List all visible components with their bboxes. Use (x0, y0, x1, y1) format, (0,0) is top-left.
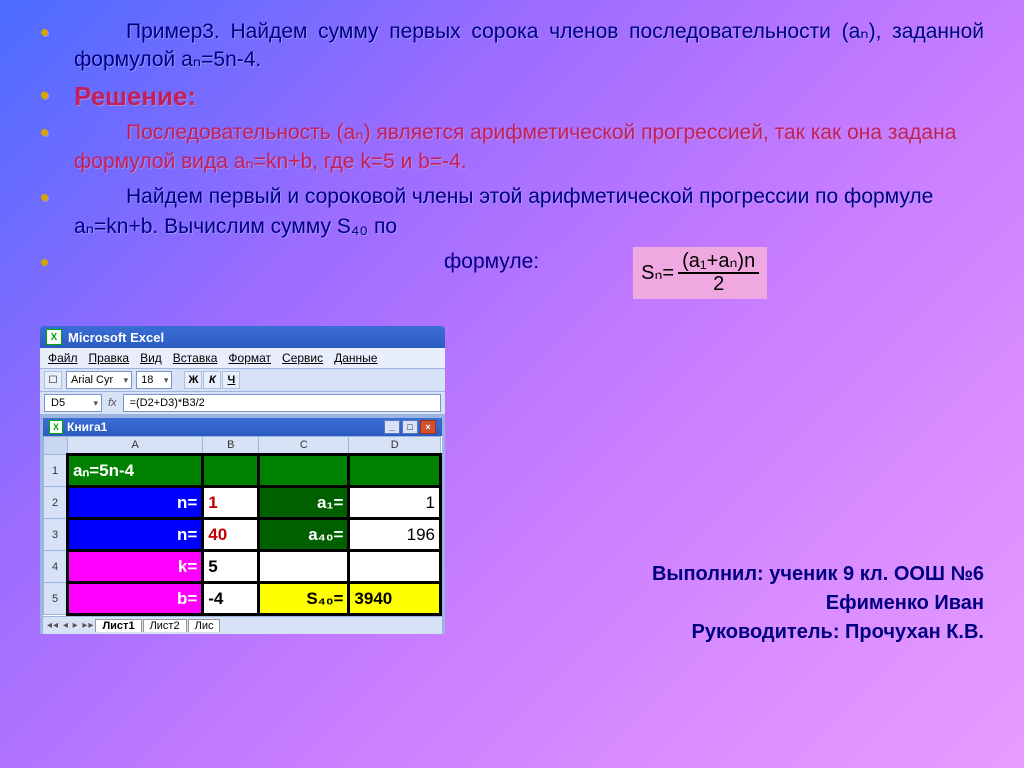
row-1[interactable]: 1 (44, 455, 68, 487)
formula-num: (a₁+aₙ)n (678, 251, 759, 274)
cell-A5[interactable]: b= (68, 583, 203, 615)
close-button[interactable]: × (420, 420, 436, 434)
excel-menubar: Файл Правка Вид Вставка Формат Сервис Да… (40, 348, 445, 369)
workbook-titlebar: X Книга1 _ □ × (43, 418, 442, 436)
cell-D5[interactable]: 3940 (349, 583, 441, 615)
cell-C4[interactable] (259, 551, 349, 583)
heading-solution: Решение: (74, 81, 196, 111)
text-sequence: Последовательность (aₙ) является арифмет… (74, 121, 956, 173)
bullet-find: Найдем первый и сороковой члены этой ари… (74, 182, 984, 241)
select-all-corner[interactable] (44, 437, 68, 455)
sheet-tab-1[interactable]: Лист1 (95, 619, 141, 632)
formula-bar-row: D5 fx =(D2+D3)*B3/2 (40, 392, 445, 415)
fx-icon[interactable]: fx (108, 397, 117, 409)
menu-edit[interactable]: Правка (85, 350, 134, 366)
toolbar-new-icon[interactable]: ☐ (44, 371, 62, 389)
font-size-select[interactable]: 18 (136, 371, 172, 389)
cell-A4[interactable]: k= (68, 551, 203, 583)
excel-titlebar: X Microsoft Excel (40, 326, 445, 348)
cell-C3[interactable]: a₄₀= (259, 519, 349, 551)
credits-line2: Ефименко Иван (652, 589, 984, 618)
cell-C1[interactable] (259, 455, 349, 487)
row-4[interactable]: 4 (44, 551, 68, 583)
formula-lhs: Sₙ= (641, 259, 674, 287)
cell-A1[interactable]: aₙ=5n-4 (68, 455, 203, 487)
formula-den: 2 (709, 274, 728, 295)
minimize-button[interactable]: _ (384, 420, 400, 434)
text-formula-word: формуле: (444, 247, 539, 276)
cell-B1[interactable] (203, 455, 259, 487)
cell-C5[interactable]: S₄₀= (259, 583, 349, 615)
cell-D2[interactable]: 1 (349, 487, 441, 519)
bullet-solution-heading: Решение: (74, 81, 984, 112)
bullet-example: Пример3. Найдем сумму первых сорока член… (74, 18, 984, 75)
sheet-tabs: ◂◂ ◂ ▸ ▸▸ Лист1 Лист2 Лис (43, 616, 442, 634)
menu-insert[interactable]: Вставка (169, 350, 222, 366)
row-2[interactable]: 2 (44, 487, 68, 519)
tab-nav-icons[interactable]: ◂◂ ◂ ▸ ▸▸ (47, 620, 94, 631)
name-box[interactable]: D5 (44, 394, 102, 412)
col-A[interactable]: A (68, 437, 203, 455)
cell-A3[interactable]: n= (68, 519, 203, 551)
cell-B4[interactable]: 5 (203, 551, 259, 583)
workbook-icon: X (49, 420, 63, 434)
sheet-tab-2[interactable]: Лист2 (143, 619, 187, 632)
cell-C2[interactable]: a₁= (259, 487, 349, 519)
credits-block: Выполнил: ученик 9 кл. ООШ №6 Ефименко И… (652, 560, 984, 647)
credits-line3: Руководитель: Прочухан К.В. (652, 618, 984, 647)
maximize-button[interactable]: □ (402, 420, 418, 434)
menu-data[interactable]: Данные (330, 350, 381, 366)
text-find: Найдем первый и сороковой члены этой ари… (74, 185, 933, 237)
italic-button[interactable]: К (203, 371, 221, 389)
text-example: Пример3. Найдем сумму первых сорока член… (74, 20, 984, 71)
menu-format[interactable]: Формат (224, 350, 275, 366)
col-D[interactable]: D (349, 437, 441, 455)
credits-line1: Выполнил: ученик 9 кл. ООШ №6 (652, 560, 984, 589)
formula-bar[interactable]: =(D2+D3)*B3/2 (123, 394, 441, 412)
col-C[interactable]: C (259, 437, 349, 455)
cell-D4[interactable] (349, 551, 441, 583)
spreadsheet-grid[interactable]: A B C D 1 aₙ=5n-4 2 n= 1 a₁= 1 3 n= (43, 436, 442, 616)
row-3[interactable]: 3 (44, 519, 68, 551)
cell-B2[interactable]: 1 (203, 487, 259, 519)
excel-toolbar: ☐ Arial Cyr 18 Ж К Ч (40, 369, 445, 392)
excel-app-title: Microsoft Excel (68, 330, 164, 345)
excel-app-icon: X (46, 329, 62, 345)
sheet-tab-3[interactable]: Лис (188, 619, 221, 632)
formula-box: Sₙ= (a₁+aₙ)n 2 (633, 247, 767, 299)
menu-file[interactable]: Файл (44, 350, 82, 366)
cell-A2[interactable]: n= (68, 487, 203, 519)
underline-button[interactable]: Ч (222, 371, 240, 389)
cell-D3[interactable]: 196 (349, 519, 441, 551)
bullet-sequence: Последовательность (aₙ) является арифмет… (74, 118, 984, 177)
excel-window: X Microsoft Excel Файл Правка Вид Вставк… (40, 326, 445, 634)
row-5[interactable]: 5 (44, 583, 68, 615)
bold-italic-underline-group: Ж К Ч (184, 371, 240, 389)
font-name-select[interactable]: Arial Cyr (66, 371, 132, 389)
menu-tools[interactable]: Сервис (278, 350, 327, 366)
menu-view[interactable]: Вид (136, 350, 166, 366)
cell-D1[interactable] (349, 455, 441, 487)
bold-button[interactable]: Ж (184, 371, 202, 389)
cell-B5[interactable]: -4 (203, 583, 259, 615)
bullet-formula-line: формуле: Sₙ= (a₁+aₙ)n 2 (74, 247, 984, 299)
cell-B3[interactable]: 40 (203, 519, 259, 551)
col-B[interactable]: B (203, 437, 259, 455)
workbook-title: Книга1 (67, 420, 107, 434)
